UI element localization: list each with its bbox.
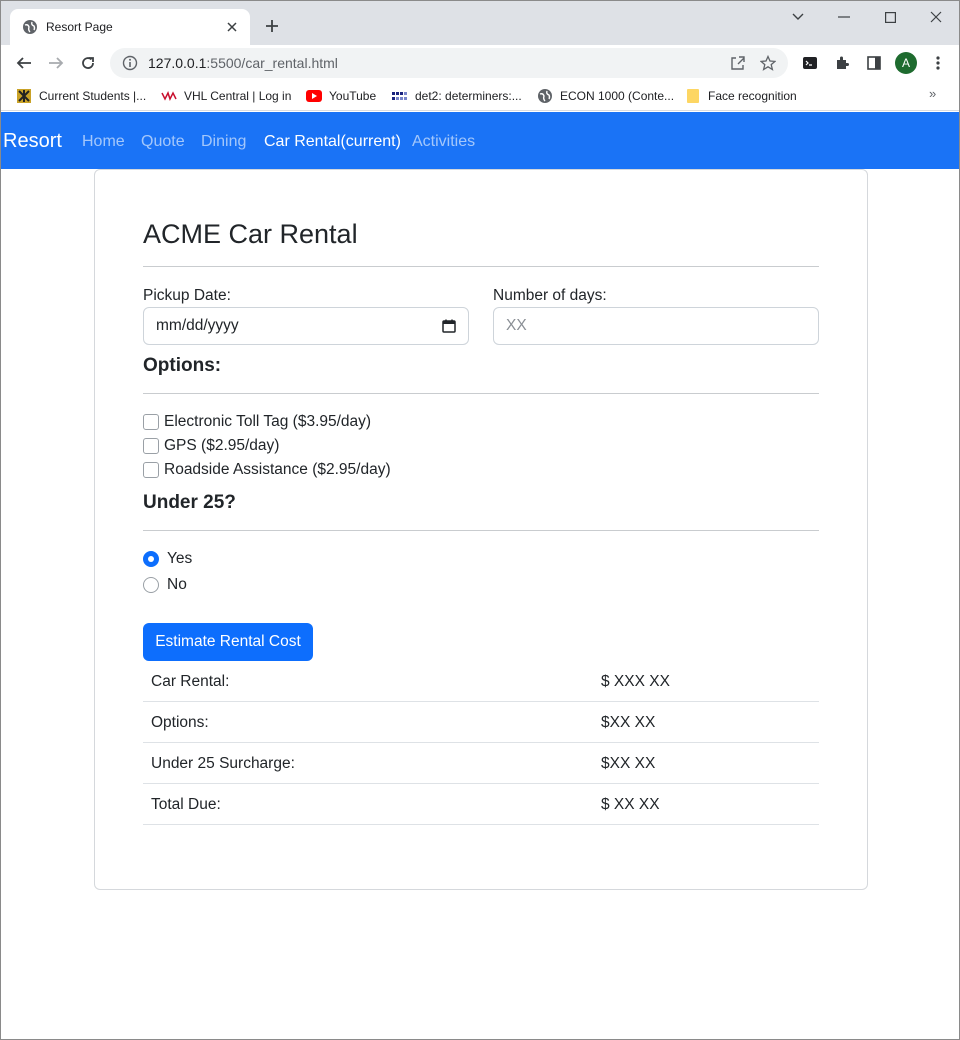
bookmarks-bar: Current Students |... VHL Central | Log … [1,81,959,111]
maximize-icon[interactable] [867,5,913,29]
no-radio[interactable] [143,577,159,593]
option-gps[interactable]: GPS ($2.95/day) [143,436,279,456]
pickup-date-value: mm/dd/yyyy [156,317,239,334]
row-value: $XX XX [601,714,656,731]
gps-checkbox[interactable] [143,438,159,454]
tab-title: Resort Page [46,20,113,34]
bookmark-item[interactable]: YouTube [306,86,376,106]
minimize-icon[interactable] [821,5,867,29]
page-title: ACME Car Rental [143,219,358,249]
profile-avatar[interactable]: A [895,52,917,74]
info-icon[interactable] [122,55,138,71]
more-bookmarks-button[interactable]: » [929,86,936,101]
bookmark-label: det2: determiners:... [415,89,522,103]
toll-tag-checkbox[interactable] [143,414,159,430]
nav-link-home[interactable]: Home [82,133,125,151]
option-toll-tag[interactable]: Electronic Toll Tag ($3.95/day) [143,412,371,432]
table-row: Total Due: $ XX XX [143,784,819,825]
pickup-date-label: Pickup Date: [143,287,231,304]
close-window-icon[interactable] [913,5,959,29]
share-icon[interactable] [728,53,748,73]
close-icon[interactable] [224,19,240,35]
option-roadside[interactable]: Roadside Assistance ($2.95/day) [143,460,391,480]
row-label: Total Due: [151,796,221,813]
table-row: Car Rental: $ XXX XX [143,661,819,702]
side-panel-icon[interactable] [863,52,885,74]
row-value: $ XX XX [601,796,660,813]
row-label: Car Rental: [151,673,230,690]
roadside-checkbox[interactable] [143,462,159,478]
estimate-cost-button[interactable]: Estimate Rental Cost [143,623,313,661]
bookmark-label: ECON 1000 (Conte... [560,89,675,103]
bookmark-label: VHL Central | Log in [184,89,292,103]
bookmark-item[interactable]: ECON 1000 (Conte... [537,86,674,106]
bookmark-label: Face recognition [708,89,797,103]
divider [143,266,819,267]
forward-arrow-icon[interactable] [44,51,68,75]
terminal-extension-icon[interactable] [799,52,821,74]
yes-radio[interactable] [143,551,159,567]
bookmark-item[interactable]: Face recognition [685,86,797,106]
vhl-logo-icon [161,88,177,104]
bookmark-label: Current Students |... [39,89,147,103]
address-bar[interactable]: 127.0.0.1:5500/car_rental.html [110,48,788,78]
url-host: 127.0.0.1 [148,55,207,71]
site-navbar: Resort Home Quote Dining Car Rental(curr… [1,112,959,169]
row-value: $ XXX XX [601,673,670,690]
yes-label[interactable]: Yes [167,550,192,568]
bookmark-item[interactable]: det2: determiners:... [392,86,522,106]
roadside-label[interactable]: Roadside Assistance ($2.95/day) [164,461,391,479]
table-row: Under 25 Surcharge: $XX XX [143,743,819,784]
bookmark-item[interactable]: VHL Central | Log in [161,86,291,106]
pickup-date-input[interactable]: mm/dd/yyyy [143,307,469,345]
nav-link-dining[interactable]: Dining [201,133,246,151]
browser-tab[interactable]: Resort Page [10,9,250,45]
nav-link-car-rental[interactable]: Car Rental(current) [264,133,401,151]
tab-strip: Resort Page [1,1,959,45]
folder-icon [685,88,701,104]
days-label: Number of days: [493,287,607,304]
row-label: Options: [151,714,209,731]
divider [143,530,819,531]
school-logo-icon [16,88,32,104]
reload-icon[interactable] [76,51,100,75]
navbar-brand[interactable]: Resort [3,130,62,153]
bookmark-label: YouTube [329,89,377,103]
no-label[interactable]: No [167,576,187,594]
nav-link-activities[interactable]: Activities [412,133,475,151]
tab-search-icon[interactable] [775,5,821,29]
nav-link-quote[interactable]: Quote [141,133,185,151]
under-25-no[interactable]: No [143,575,187,595]
cost-summary-table: Car Rental: $ XXX XX Options: $XX XX Und… [143,661,819,825]
back-arrow-icon[interactable] [12,51,36,75]
globe-icon [22,19,38,35]
extensions-puzzle-icon[interactable] [831,52,853,74]
globe-icon [537,88,553,104]
divider [143,393,819,394]
bookmark-item[interactable]: Current Students |... [16,86,146,106]
options-heading: Options: [143,355,222,376]
youtube-icon [306,88,322,104]
url-text[interactable]: 127.0.0.1:5500/car_rental.html [148,55,718,71]
menu-kebab-icon[interactable] [927,52,949,74]
calendar-icon[interactable] [442,319,456,333]
row-value: $XX XX [601,755,656,772]
gps-label[interactable]: GPS ($2.95/day) [164,437,279,455]
row-label: Under 25 Surcharge: [151,755,295,772]
new-tab-button[interactable] [261,15,283,37]
grid-logo-icon [392,88,408,104]
table-row: Options: $XX XX [143,702,819,743]
under-25-heading: Under 25? [143,492,236,513]
url-path: :5500/car_rental.html [206,55,338,71]
browser-toolbar: 127.0.0.1:5500/car_rental.html A [1,45,959,81]
days-placeholder: XX [506,317,527,334]
days-input[interactable]: XX [493,307,819,345]
under-25-yes[interactable]: Yes [143,549,192,569]
toll-tag-label[interactable]: Electronic Toll Tag ($3.95/day) [164,413,371,431]
bookmark-star-icon[interactable] [758,53,778,73]
